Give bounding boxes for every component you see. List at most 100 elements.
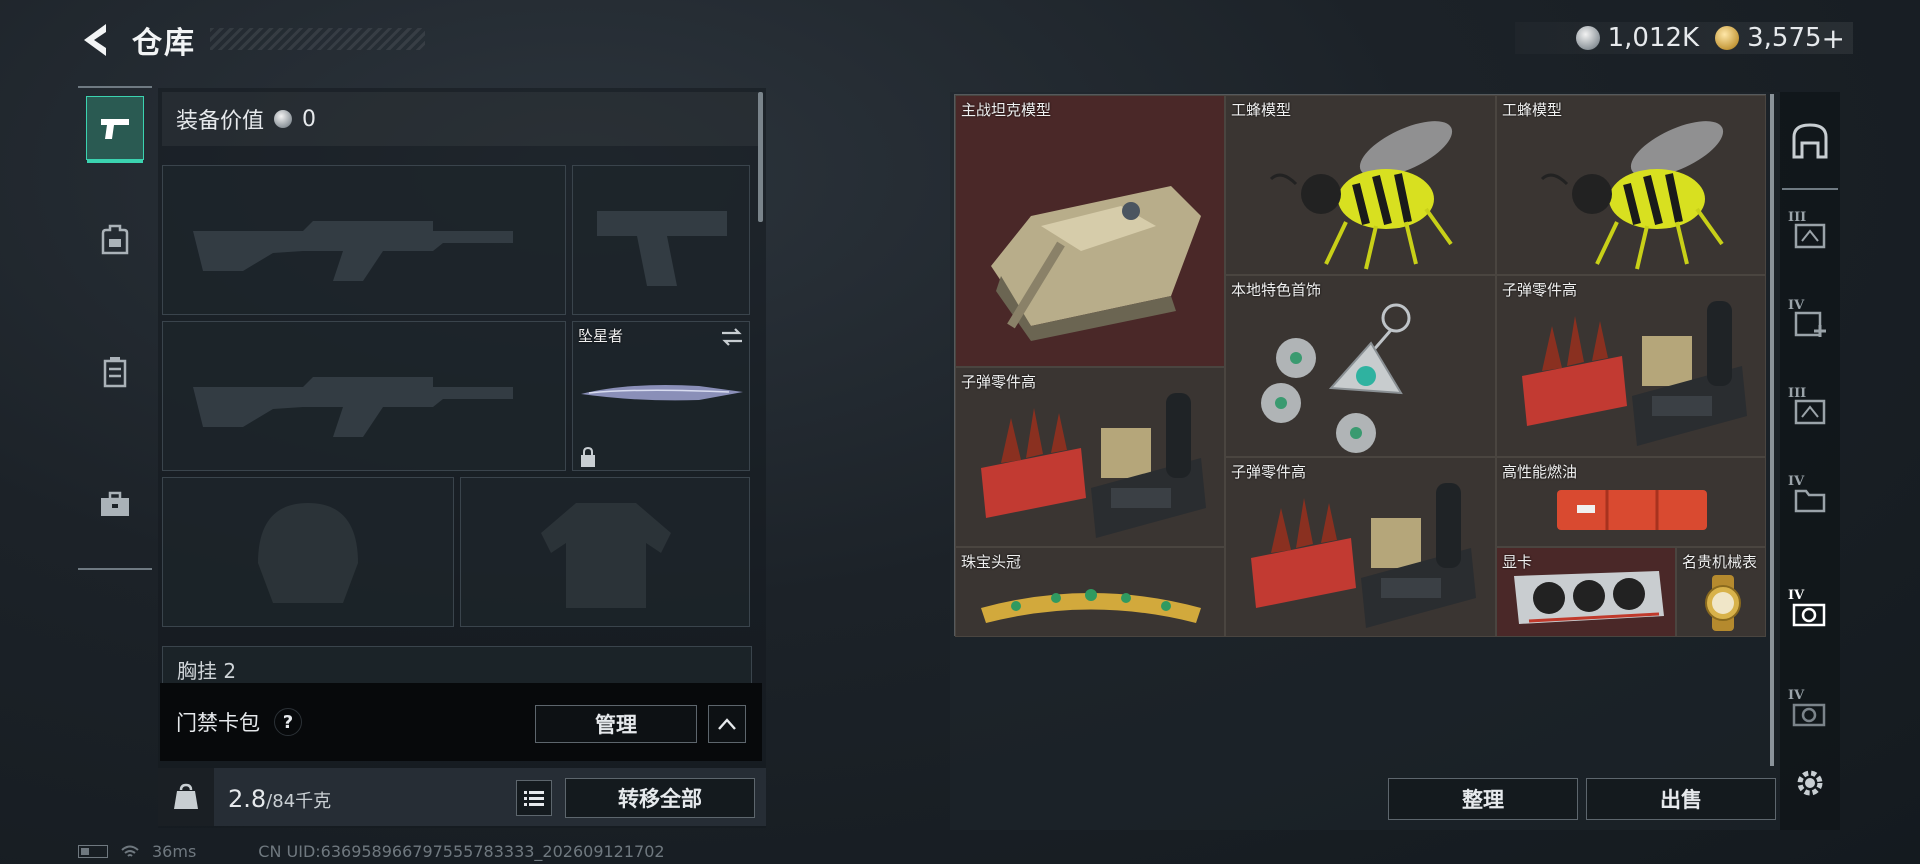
loadout-scrollbar[interactable] — [758, 92, 763, 222]
chest-rig-label: 胸挂 — [177, 659, 217, 683]
manage-button[interactable]: 管理 — [535, 705, 697, 743]
silver-currency: 1,012K — [1575, 23, 1700, 53]
stash-tab-4c[interactable]: IV — [1782, 680, 1838, 746]
stash-item[interactable]: 子弹零件高 — [955, 367, 1225, 547]
vest-tab[interactable] — [86, 340, 144, 404]
equip-value-amount: 0 — [302, 106, 317, 132]
stash-scrollbar[interactable] — [1770, 94, 1774, 766]
jewelry-icon — [1261, 303, 1411, 453]
stash-item[interactable]: 高性能燃油 — [1496, 457, 1766, 547]
uid-readout: CN UID:636958966797555783333_20260912170… — [258, 842, 665, 861]
ping-readout: 36ms — [152, 842, 197, 861]
warehouse-icon — [1792, 123, 1828, 159]
tier-label: IV — [1788, 474, 1805, 489]
stash-grid: 主战坦克模型 工蜂模型 工蜂模型 本地特色首饰 子弹零件高 子弹零件高 子弹零件… — [954, 94, 1766, 637]
armor-silhouette-icon — [541, 503, 671, 608]
rifle-silhouette-icon — [193, 377, 513, 437]
tank-model-icon — [991, 186, 1201, 341]
item-name: 本地特色首饰 — [1231, 281, 1322, 299]
chest-rig-count: 2 — [223, 659, 237, 683]
primary-weapon-slot-2[interactable] — [162, 321, 566, 471]
stash-home-tab[interactable] — [1782, 108, 1838, 174]
help-icon[interactable]: ? — [274, 708, 302, 736]
sort-button[interactable]: 整理 — [1388, 778, 1578, 820]
stash-tab-3a[interactable]: III — [1782, 202, 1838, 268]
tier-label: IV — [1788, 588, 1805, 603]
stash-item[interactable]: 珠宝头冠 — [955, 547, 1225, 637]
stash-item[interactable]: 工蜂模型 — [1496, 95, 1766, 275]
add-currency-icon[interactable]: + — [1822, 22, 1845, 55]
armor-slot[interactable] — [460, 477, 750, 627]
stash-item[interactable]: 主战坦克模型 — [955, 95, 1225, 367]
silver-coin-icon — [1575, 26, 1600, 50]
equip-value-label: 装备价值 — [176, 109, 265, 134]
weight-max: /84千克 — [266, 791, 332, 812]
rail-divider — [1782, 188, 1838, 190]
gold-currency[interactable]: 3,575 + — [1715, 22, 1845, 55]
tier-label: III — [1788, 386, 1807, 401]
silver-amount: 1,012K — [1607, 23, 1700, 53]
stash-item[interactable]: 子弹零件高 — [1225, 457, 1496, 637]
equipment-value-header: 装备价值 0 — [162, 92, 758, 146]
vest-icon — [103, 357, 127, 388]
backpack-icon — [101, 224, 129, 255]
rifle-silhouette-icon — [193, 221, 513, 281]
pistol-icon — [101, 119, 129, 139]
stash-item[interactable]: 显卡 — [1496, 547, 1676, 637]
loadout-category-rail — [78, 86, 152, 570]
item-name: 高性能燃油 — [1502, 463, 1578, 481]
backpack-tab[interactable] — [86, 208, 144, 272]
status-footer: 36ms CN UID:636958966797555783333_202609… — [78, 842, 665, 861]
silver-coin-icon — [274, 110, 293, 128]
stash-tab-3b[interactable]: III — [1782, 378, 1838, 444]
melee-weapon-name: 坠星者 — [578, 327, 624, 345]
knife-icon — [581, 385, 743, 401]
secondary-weapon-slot[interactable] — [572, 165, 750, 315]
tiara-icon — [981, 589, 1201, 623]
graphics-card-icon — [1514, 571, 1664, 624]
stash-tab-4b[interactable]: IV — [1782, 580, 1838, 646]
swap-icon[interactable] — [719, 326, 745, 348]
currency-bar: 1,012K 3,575 + — [1515, 22, 1853, 55]
fuel-container-icon — [1557, 490, 1707, 530]
helmet-slot[interactable] — [162, 477, 454, 627]
ammo-parts-icon — [981, 393, 1206, 538]
item-name: 主战坦克模型 — [961, 101, 1052, 119]
wifi-icon — [121, 845, 139, 857]
list-view-button[interactable] — [516, 780, 552, 816]
weight-readout: 2.8/84千克 — [228, 785, 331, 813]
stash-item[interactable]: 子弹零件高 — [1496, 275, 1766, 457]
toolbox-icon — [101, 491, 129, 516]
stash-tab-4a[interactable]: IV — [1782, 466, 1838, 532]
watch-icon — [1705, 575, 1741, 631]
chevron-up-icon — [718, 718, 736, 730]
sell-button[interactable]: 出售 — [1586, 778, 1776, 820]
primary-weapon-slot[interactable] — [162, 165, 566, 315]
tier-label: IV — [1788, 298, 1805, 313]
stash-item[interactable]: 工蜂模型 — [1225, 95, 1496, 275]
gold-coin-icon — [1715, 26, 1740, 50]
weapons-tab[interactable] — [86, 96, 144, 163]
tier-label: III — [1788, 210, 1807, 225]
ammo-parts-icon — [1522, 301, 1747, 446]
stash-tab-4-add[interactable]: IV — [1782, 290, 1838, 356]
item-name: 名贵机械表 — [1682, 553, 1758, 571]
chest-rig-slot[interactable]: 胸挂 2 — [162, 646, 752, 684]
stash-item[interactable]: 名贵机械表 — [1676, 547, 1766, 637]
stash-item[interactable]: 本地特色首饰 — [1225, 275, 1496, 457]
wasp-model-icon — [1540, 121, 1724, 270]
melee-weapon-slot[interactable]: 坠星者 — [572, 321, 750, 471]
list-icon — [524, 791, 544, 806]
page-title: 仓库 — [132, 26, 196, 61]
ammo-parts-icon — [1251, 483, 1476, 628]
back-button[interactable] — [78, 20, 114, 60]
weight-kg-icon — [158, 768, 214, 826]
transfer-all-button[interactable]: 转移全部 — [565, 778, 755, 818]
gear-icon — [1797, 770, 1823, 796]
keycard-label: 门禁卡包 — [176, 711, 260, 735]
settings-button[interactable] — [1782, 750, 1838, 816]
case-tab[interactable] — [86, 472, 144, 536]
collapse-button[interactable] — [708, 705, 746, 743]
title-decor-stripe — [210, 28, 425, 50]
tier-label: IV — [1788, 688, 1805, 703]
